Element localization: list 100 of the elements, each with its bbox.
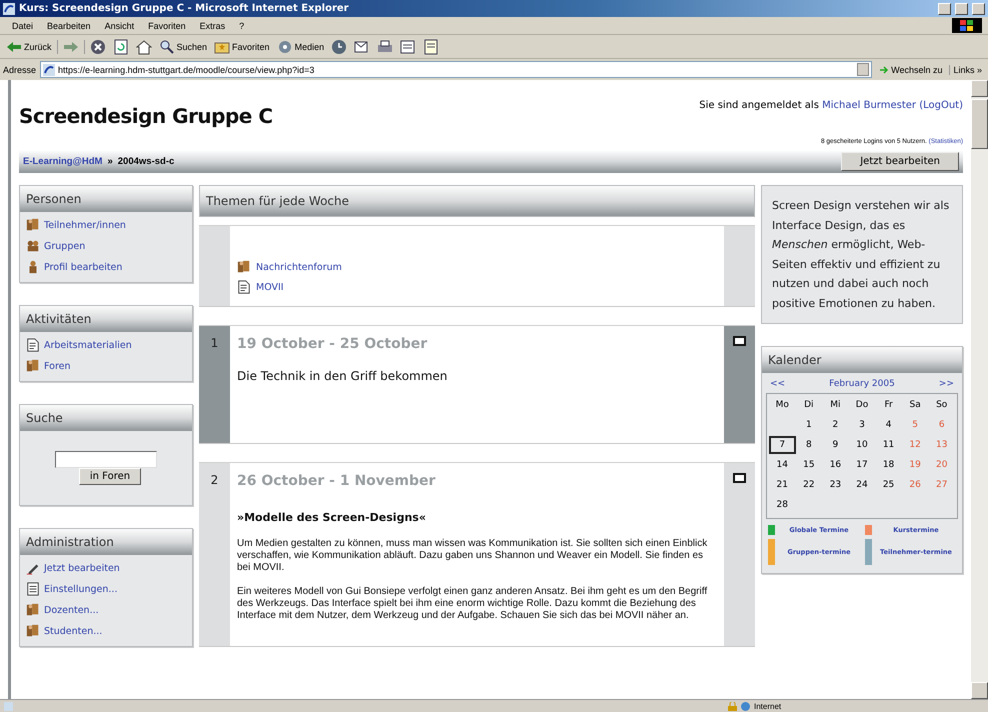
breadcrumb-text: » (107, 156, 113, 167)
document-icon (237, 280, 251, 294)
week-summary: Die Technik in den Griff bekommen (237, 369, 448, 385)
menu-item[interactable]: Ansicht (98, 20, 140, 30)
breadcrumb-link[interactable]: E-Learning@HdM (23, 156, 102, 167)
activity-link[interactable]: MOVII (256, 282, 284, 292)
search-field[interactable] (55, 451, 157, 468)
block-link[interactable]: Studenten... (44, 626, 102, 636)
activity-link[interactable]: Nachrichtenforum (256, 262, 342, 272)
people-icon (26, 624, 40, 638)
block-link[interactable]: Gruppen (44, 240, 86, 252)
block-link[interactable]: Profil bearbeiten (44, 262, 122, 272)
week-title: 19 October - 25 October (237, 336, 428, 352)
refresh-icon (112, 38, 129, 54)
minimize-button[interactable] (938, 2, 951, 14)
lock-icon (728, 702, 737, 710)
calendar-day[interactable]: 18 (875, 456, 902, 474)
weekday-label: Di (803, 399, 815, 412)
calendar-day[interactable]: 21 (769, 476, 796, 494)
calendar-day[interactable]: 11 (875, 436, 902, 454)
calendar-day[interactable]: 14 (769, 456, 796, 474)
calendar-day[interactable]: 1 (796, 416, 822, 434)
toolbar-button[interactable]: Suchen (156, 38, 210, 56)
menu-item[interactable]: Extras (194, 20, 232, 30)
next-month-link[interactable]: >> (938, 379, 954, 389)
home-icon (136, 38, 152, 54)
page-icon (43, 64, 56, 76)
people-icon (26, 603, 40, 617)
menu-item[interactable]: Favoriten (142, 20, 192, 30)
block-link[interactable]: Einstellungen... (44, 584, 118, 594)
block-title: Aktivitäten (20, 306, 192, 332)
mail-icon (354, 38, 370, 54)
dropdown-button[interactable] (857, 63, 870, 76)
people-icon (26, 359, 40, 373)
calendar-day[interactable]: 25 (875, 476, 902, 494)
calendar-day[interactable]: 15 (796, 456, 822, 474)
weekday-label: Mi (829, 399, 842, 412)
edit-button[interactable]: Jetzt bearbeiten (841, 152, 959, 171)
settings-icon (26, 582, 40, 596)
discuss-icon (423, 38, 440, 54)
maximize-button[interactable] (955, 2, 968, 14)
month-title[interactable]: February 2005 (829, 379, 895, 389)
toolbar-button[interactable]: Zurück (4, 38, 54, 56)
section-header: Themen für jede Woche (199, 185, 755, 217)
address-field[interactable]: https://e-learning.hdm-stuttgart.de/moodle/course/view.php?id=3 (40, 61, 872, 78)
close-button[interactable] (972, 2, 985, 14)
block-link[interactable]: Teilnehmer/innen (44, 220, 126, 230)
go-button[interactable]: Wechseln zu (876, 64, 946, 74)
calendar-day[interactable]: 8 (796, 436, 822, 454)
calendar-day[interactable]: 28 (769, 496, 796, 514)
arrow-icon (879, 64, 890, 74)
zone-text: Internet (754, 702, 782, 710)
login-text: Sie sind angemeldet als (699, 100, 819, 111)
calendar-day[interactable]: 7 (769, 436, 796, 454)
square-icon[interactable] (733, 473, 746, 483)
calendar-day[interactable]: 16 (822, 456, 849, 474)
links-button[interactable]: Links » (949, 64, 985, 74)
search-button[interactable]: in Foren (78, 468, 142, 485)
weekday-label: So (935, 399, 948, 412)
block-title: Suche (20, 405, 192, 431)
weekday-label: Sa (908, 399, 922, 412)
address-label: Adresse (3, 64, 36, 74)
scrollbar[interactable] (971, 80, 988, 699)
week-number: 2 (210, 473, 218, 489)
calendar-day[interactable]: 3 (848, 416, 876, 434)
toolbar-button[interactable]: Favoriten (212, 38, 272, 56)
menu-item[interactable]: ? (233, 20, 250, 30)
calendar-day[interactable]: 9 (822, 436, 849, 454)
week-title: 26 October - 1 November (237, 473, 436, 489)
toolbar-button[interactable]: Medien (274, 38, 326, 56)
toolbar-button[interactable] (134, 38, 154, 56)
calendar-day[interactable]: 22 (796, 476, 822, 494)
window-title: Kurs: Screendesign Gruppe C - Microsoft Internet Explorer (19, 3, 350, 14)
logout-link[interactable]: (LogOut) (919, 100, 963, 111)
section-text: Um Medien gestalten zu können, muss man wissen was Kommunikation ist. Sie sollten sich einen Einblick verschaffen, wie Kommunikation abläuft. Dazu gaben uns Shannon und Weaver ein Modell. Sie finden es bei MOVII. (237, 538, 708, 574)
user-link[interactable]: Michael Burmester (822, 100, 916, 111)
breadcrumb-text: 2004ws-sd-c (118, 156, 174, 167)
menu-item[interactable]: Datei (6, 20, 40, 30)
block-title: Kalender (762, 347, 962, 373)
block-title: Administration (20, 529, 192, 555)
previous-month-link[interactable]: << (770, 379, 786, 389)
globe-icon (741, 702, 750, 710)
calendar-day[interactable]: 23 (822, 476, 849, 494)
block-link[interactable]: Foren (44, 360, 71, 372)
square-icon[interactable] (733, 336, 746, 346)
block-link[interactable]: Dozenten... (44, 604, 99, 616)
week-number: 1 (210, 336, 218, 352)
block-link[interactable]: Jetzt bearbeiten (44, 562, 120, 574)
calendar-day[interactable]: 2 (822, 416, 849, 434)
block-link[interactable]: Arbeitsmaterialien (44, 340, 132, 350)
section-heading: »Modelle des Screen-Designs« (237, 511, 427, 524)
calendar-day[interactable]: 24 (848, 476, 876, 494)
printer-icon (377, 38, 394, 54)
calendar-day[interactable]: 4 (875, 416, 902, 434)
browser-icon (3, 2, 15, 14)
menu-item[interactable]: Bearbeiten (41, 20, 97, 30)
calendar-day[interactable]: 10 (848, 436, 876, 454)
calendar-day[interactable]: 17 (848, 456, 876, 474)
block-title: Personen (20, 186, 192, 212)
document-icon (26, 338, 40, 352)
